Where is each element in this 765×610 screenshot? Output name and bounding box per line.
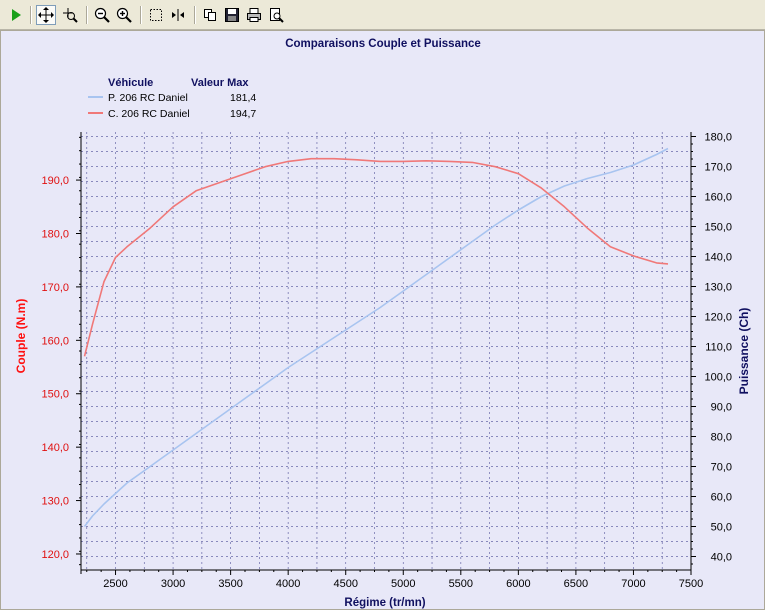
- legend-entry-name: C. 206 RC Daniel: [108, 108, 190, 120]
- y-right-tick-label: 40,0: [711, 552, 732, 564]
- x-tick-label: 3000: [161, 578, 185, 590]
- print-button[interactable]: [244, 5, 264, 25]
- x-tick-label: 4500: [333, 578, 357, 590]
- chart-title: Comparaisons Couple et Puissance: [285, 38, 481, 50]
- zoom-region-button[interactable]: [60, 5, 80, 25]
- toolbar-separator: [86, 6, 87, 24]
- x-tick-label: 5500: [449, 578, 473, 590]
- cursor-icon: [172, 9, 184, 21]
- toolbar-separator: [30, 6, 31, 24]
- legend: Véhicule Valeur MaxP. 206 RC Daniel 181,4 C…: [88, 77, 256, 120]
- copy-button[interactable]: [200, 5, 220, 25]
- y-right-tick-label: 50,0: [711, 522, 732, 534]
- legend-entry-value: 181,4: [230, 92, 256, 104]
- play-button[interactable]: [6, 5, 26, 25]
- toolbar-separator: [140, 6, 141, 24]
- y-right-tick-label: 130,0: [704, 282, 732, 294]
- toolbar: [0, 0, 765, 30]
- cursor-button[interactable]: [168, 5, 188, 25]
- pan-button[interactable]: [36, 5, 56, 25]
- y-right-tick-label: 60,0: [711, 492, 732, 504]
- x-tick-label: 6000: [506, 578, 530, 590]
- y-right-tick-label: 180,0: [704, 132, 732, 144]
- y-right-tick-label: 100,0: [704, 372, 732, 384]
- x-tick-label: 7000: [621, 578, 645, 590]
- legend-entry-value: 194,7: [230, 108, 256, 120]
- y-left-tick-label: 190,0: [41, 175, 69, 187]
- zoom-out-button[interactable]: [92, 5, 112, 25]
- toolbar-separator: [194, 6, 195, 24]
- floppy-icon: [225, 8, 239, 22]
- play-icon: [12, 9, 21, 21]
- x-tick-label: 5000: [391, 578, 415, 590]
- x-tick-label: 7500: [679, 578, 703, 590]
- y-left-tick-label: 120,0: [41, 549, 69, 561]
- legend-entry-name: P. 206 RC Daniel: [108, 92, 188, 104]
- chart-panel: Comparaisons Couple et Puissance Véhicul…: [0, 30, 765, 610]
- save-button[interactable]: [222, 5, 242, 25]
- y-left-tick-label: 130,0: [41, 496, 69, 508]
- y-left-tick-label: 180,0: [41, 228, 69, 240]
- y-axis-left-label: Couple (N.m): [14, 299, 28, 374]
- y-right-tick-label: 120,0: [704, 312, 732, 324]
- plot-area: 2500 3000 3500 4000 4500 5000 5500 6000 6500 7000…: [41, 132, 732, 591]
- y-left-tick-label: 140,0: [41, 442, 69, 454]
- chart-window: Comparaisons Couple et Puissance Véhicul…: [0, 0, 765, 610]
- zoom-region-icon: [63, 8, 78, 23]
- x-axis-label: Régime (tr/mn): [344, 597, 425, 609]
- zoom-in-icon: [116, 7, 132, 23]
- select-rect-icon: [150, 9, 162, 21]
- legend-header-value: Valeur Max: [191, 77, 249, 89]
- print-preview-button[interactable]: [266, 5, 286, 25]
- legend-header-name: Véhicule: [108, 77, 153, 89]
- zoom-in-button[interactable]: [114, 5, 134, 25]
- chart: Comparaisons Couple et Puissance Véhicul…: [14, 38, 751, 609]
- printer-icon: [247, 8, 261, 22]
- y-right-tick-label: 160,0: [704, 192, 732, 204]
- zoom-out-icon: [94, 7, 110, 23]
- x-tick-label: 4000: [276, 578, 300, 590]
- y-left-tick-label: 160,0: [41, 335, 69, 347]
- y-right-tick-label: 110,0: [705, 342, 732, 354]
- select-button[interactable]: [146, 5, 166, 25]
- x-tick-label: 3500: [218, 578, 242, 590]
- y-right-tick-label: 170,0: [704, 162, 732, 174]
- move-icon: [38, 7, 54, 23]
- y-right-tick-label: 70,0: [711, 462, 732, 474]
- print-preview-icon: [270, 8, 284, 23]
- x-tick-label: 6500: [564, 578, 588, 590]
- y-axis-right-label: Puissance (Ch): [737, 308, 751, 395]
- y-right-tick-label: 150,0: [704, 222, 732, 234]
- copy-icon: [204, 9, 216, 21]
- y-right-tick-label: 90,0: [711, 402, 732, 414]
- y-right-tick-label: 80,0: [711, 432, 732, 444]
- y-left-tick-label: 150,0: [41, 389, 69, 401]
- plot-background: [81, 132, 691, 570]
- x-tick-label: 2500: [103, 578, 127, 590]
- y-right-tick-label: 140,0: [704, 252, 732, 264]
- y-left-tick-label: 170,0: [41, 282, 69, 294]
